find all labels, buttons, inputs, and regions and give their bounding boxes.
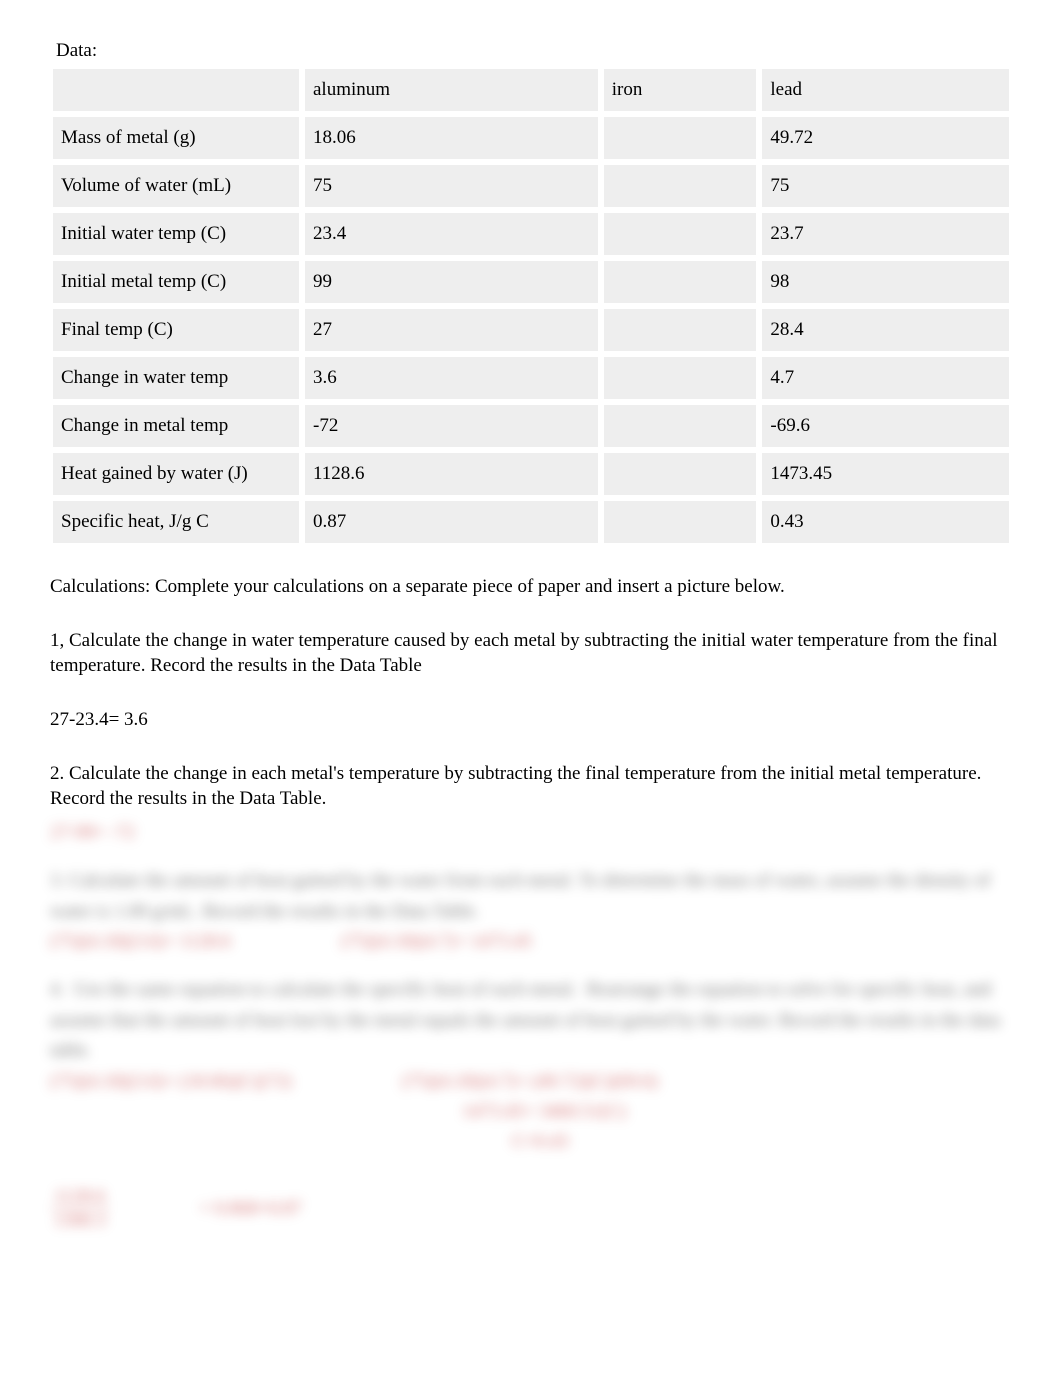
- row-label: Change in water temp: [50, 354, 302, 402]
- document-page: Data: aluminum iron lead Mass of metal (…: [0, 0, 1062, 1292]
- cell-iron: [601, 258, 760, 306]
- question-2: 2. Calculate the change in each metal's …: [50, 761, 1012, 812]
- header-lead: lead: [759, 66, 1012, 114]
- cell-iron: [601, 306, 760, 354]
- cell-lead: -69.6: [759, 402, 1012, 450]
- cell-iron: [601, 114, 760, 162]
- blurred-content-region: 27-99= -72 3. Calculate the amount of he…: [50, 818, 1012, 1232]
- calculations-intro: Calculations: Complete your calculations…: [50, 574, 1012, 600]
- cell-iron: [601, 450, 760, 498]
- data-table: aluminum iron lead Mass of metal (g) 18.…: [50, 66, 1012, 546]
- row-label: Initial metal temp (C): [50, 258, 302, 306]
- table-row: Initial metal temp (C) 99 98: [50, 258, 1012, 306]
- row-label: Final temp (C): [50, 306, 302, 354]
- blurred-line: 27-99= -72: [50, 818, 1012, 848]
- cell-lead: 23.7: [759, 210, 1012, 258]
- cell-aluminum: 0.87: [302, 498, 601, 546]
- blurred-line: (75)(4.18)(3.6)= 1128.6: [50, 927, 231, 957]
- cell-lead: 4.7: [759, 354, 1012, 402]
- table-row: Volume of water (mL) 75 75: [50, 162, 1012, 210]
- cell-lead: 98: [759, 258, 1012, 306]
- table-row: Initial water temp (C) 23.4 23.7: [50, 210, 1012, 258]
- header-aluminum: aluminum: [302, 66, 601, 114]
- cell-lead: 1473.45: [759, 450, 1012, 498]
- question-1: 1, Calculate the change in water tempera…: [50, 628, 1012, 679]
- blurred-line: 1473.45= 3460.51(C): [462, 1097, 658, 1127]
- cell-lead: 0.43: [759, 498, 1012, 546]
- cell-aluminum: 18.06: [302, 114, 601, 162]
- cell-lead: 49.72: [759, 114, 1012, 162]
- row-label: Initial water temp (C): [50, 210, 302, 258]
- table-row: Specific heat, J/g C 0.87 0.43: [50, 498, 1012, 546]
- table-header-row: aluminum iron lead: [50, 66, 1012, 114]
- row-label: Mass of metal (g): [50, 114, 302, 162]
- cell-aluminum: 3.6: [302, 354, 601, 402]
- table-row: Heat gained by water (J) 1128.6 1473.45: [50, 450, 1012, 498]
- cell-iron: [601, 162, 760, 210]
- cell-iron: [601, 402, 760, 450]
- cell-aluminum: 23.4: [302, 210, 601, 258]
- blurred-line: 4. Use the same equation to calculate th…: [50, 975, 1012, 1066]
- cell-iron: [601, 210, 760, 258]
- blurred-fraction-bottom: 1300.3: [54, 1210, 106, 1232]
- table-row: Mass of metal (g) 18.06 49.72: [50, 114, 1012, 162]
- cell-iron: [601, 354, 760, 402]
- blurred-line: = 0.868=0.87: [200, 1198, 302, 1220]
- row-label: Specific heat, J/g C: [50, 498, 302, 546]
- row-label: Volume of water (mL): [50, 162, 302, 210]
- header-blank: [50, 66, 302, 114]
- cell-aluminum: -72: [302, 402, 601, 450]
- table-row: Final temp (C) 27 28.4: [50, 306, 1012, 354]
- cell-aluminum: 27: [302, 306, 601, 354]
- cell-iron: [601, 498, 760, 546]
- data-heading: Data:: [56, 40, 1012, 62]
- cell-lead: 28.4: [759, 306, 1012, 354]
- cell-aluminum: 75: [302, 162, 601, 210]
- row-label: Heat gained by water (J): [50, 450, 302, 498]
- blurred-fraction-top: 1128.6: [50, 1186, 110, 1210]
- row-label: Change in metal temp: [50, 402, 302, 450]
- blurred-line: C=0.43: [512, 1127, 658, 1157]
- blurred-line: (75)(4.18)(3.6)= (18.06)(C)(72): [50, 1067, 292, 1158]
- question-1-answer: 27-23.4= 3.6: [50, 707, 1012, 733]
- blurred-line: (75)(4.18)(4.7)= (49.72)(C)(69.6): [402, 1067, 658, 1097]
- cell-lead: 75: [759, 162, 1012, 210]
- blurred-line: (75)(4.18)(4.7)= 1473.45: [341, 927, 532, 957]
- cell-aluminum: 99: [302, 258, 601, 306]
- header-iron: iron: [601, 66, 760, 114]
- blurred-line: 3. Calculate the amount of heat gained b…: [50, 866, 1012, 927]
- table-row: Change in metal temp -72 -69.6: [50, 402, 1012, 450]
- table-row: Change in water temp 3.6 4.7: [50, 354, 1012, 402]
- cell-aluminum: 1128.6: [302, 450, 601, 498]
